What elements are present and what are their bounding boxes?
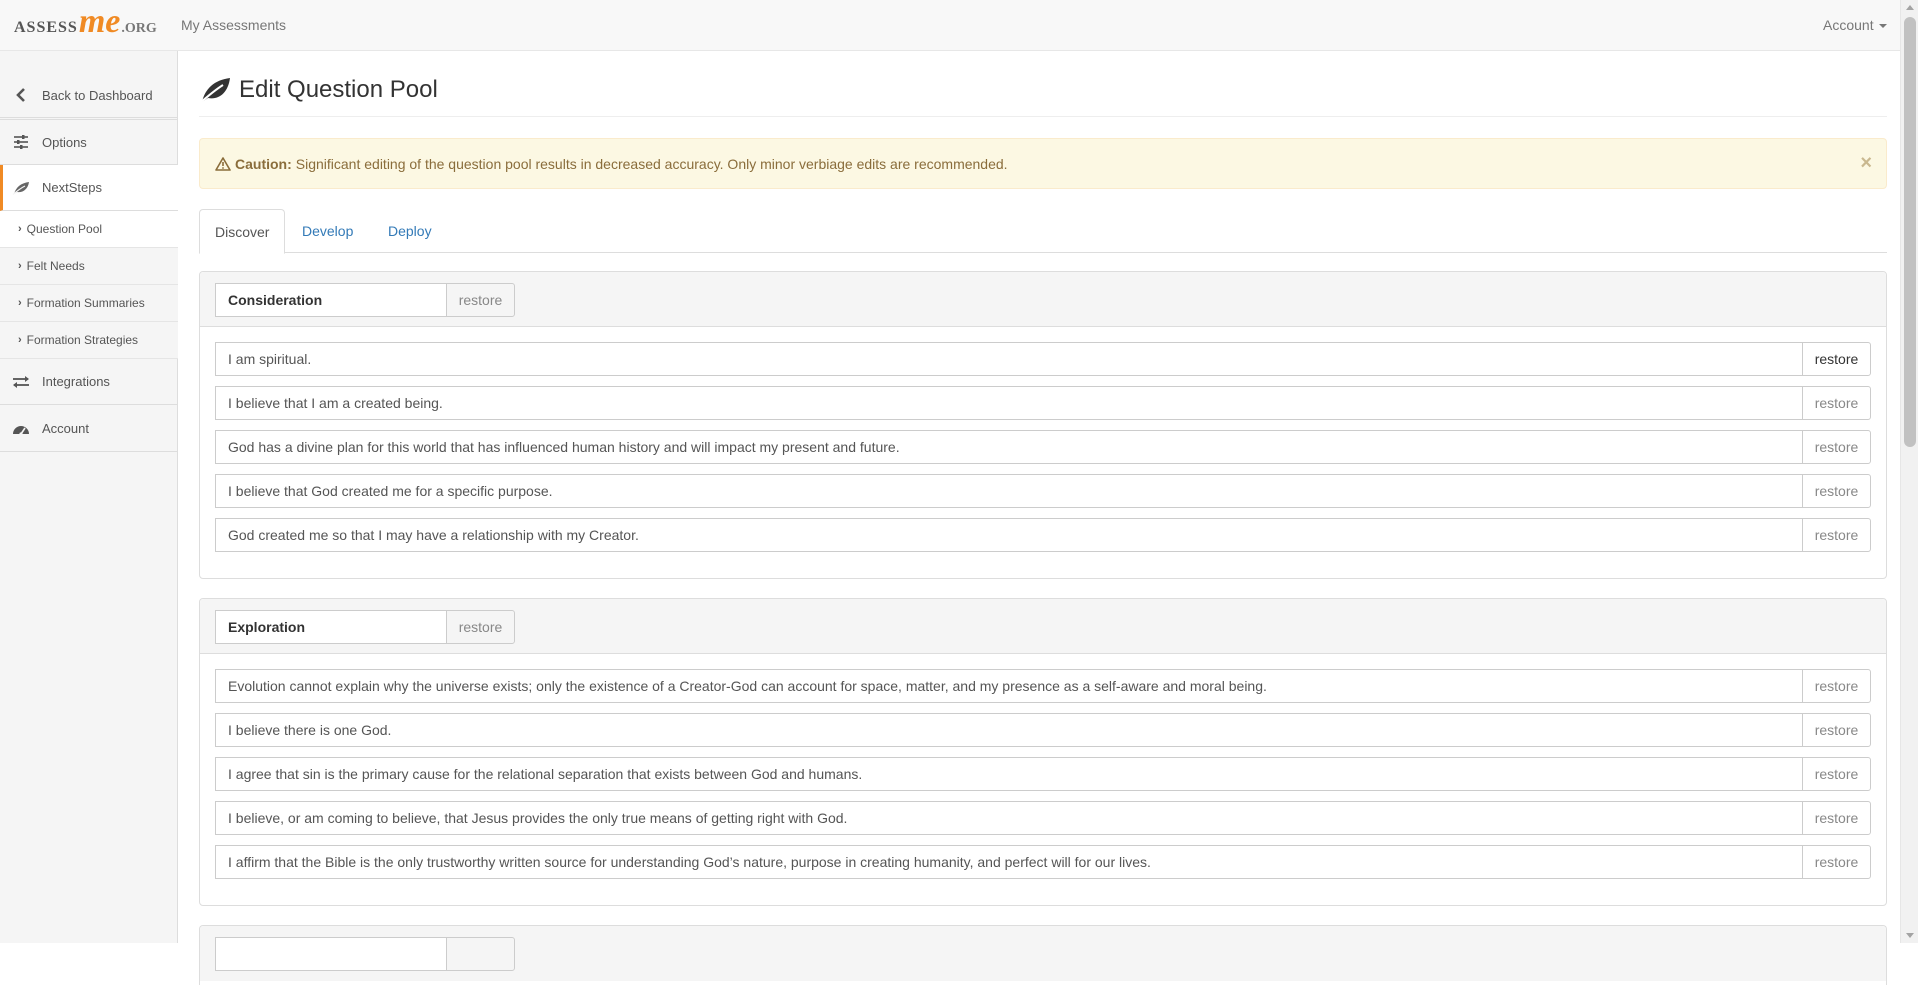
section-header: Exploration restore <box>200 599 1886 654</box>
my-assessments-link[interactable]: My Assessments <box>181 17 286 33</box>
sidebar-item-label: Integrations <box>42 374 110 389</box>
leaf-icon <box>199 78 230 104</box>
account-dropdown-label: Account <box>1823 17 1874 33</box>
question-row: God has a divine plan for this world tha… <box>215 430 1871 464</box>
exchange-icon <box>11 375 31 388</box>
question-restore-button[interactable]: restore <box>1802 474 1871 508</box>
caret-down-icon <box>1878 24 1887 29</box>
question-row: I believe there is one God. restore <box>215 713 1871 747</box>
section-name-input[interactable]: Exploration <box>215 610 447 644</box>
question-restore-button[interactable]: restore <box>1802 801 1871 835</box>
sidebar-item-nextsteps[interactable]: NextSteps <box>0 165 178 211</box>
caution-alert: Caution: Significant editing of the ques… <box>199 138 1887 189</box>
question-restore-button[interactable]: restore <box>1802 669 1871 703</box>
section-restore-button[interactable]: restore <box>446 610 515 644</box>
scroll-down-arrow-icon[interactable] <box>1906 933 1914 938</box>
question-row: God created me so that I may have a rela… <box>215 518 1871 552</box>
sidebar-item-label: Back to Dashboard <box>42 87 153 103</box>
sidebar-item-account[interactable]: Account <box>0 406 178 452</box>
divider <box>199 116 1887 117</box>
chevron-left-icon <box>11 88 31 102</box>
logo-part-org: .ORG <box>121 21 157 36</box>
chevron-right-icon: › <box>18 223 22 235</box>
dashboard-icon <box>11 422 31 436</box>
logo-part-assess: ASSESS <box>14 19 78 36</box>
chevron-right-icon: › <box>18 260 22 272</box>
section-header: Consideration restore <box>200 272 1886 327</box>
question-restore-button[interactable]: restore <box>1802 518 1871 552</box>
chevron-right-icon: › <box>18 297 22 309</box>
section-panel-consideration: Consideration restore I am spiritual. re… <box>199 271 1887 579</box>
question-restore-button[interactable]: restore <box>1802 845 1871 879</box>
sidebar-subitem-question-pool[interactable]: › Question Pool <box>0 211 178 248</box>
tab-deploy[interactable]: Deploy <box>373 209 447 253</box>
question-input[interactable]: God created me so that I may have a rela… <box>215 518 1803 552</box>
scrollbar-thumb[interactable] <box>1904 17 1916 447</box>
sidebar-item-integrations[interactable]: Integrations <box>0 359 178 405</box>
sidebar-item-label: Account <box>42 421 89 436</box>
sidebar-subitem-label: Question Pool <box>26 222 103 236</box>
sidebar-item-label: NextSteps <box>42 180 102 195</box>
account-dropdown[interactable]: Account <box>1823 17 1887 33</box>
leaf-icon <box>11 181 31 195</box>
question-input[interactable]: I believe that God created me for a spec… <box>215 474 1803 508</box>
logo-part-me: me <box>78 3 121 40</box>
section-panel-next <box>199 925 1887 985</box>
question-input[interactable]: I agree that sin is the primary cause fo… <box>215 757 1803 791</box>
sidebar-item-label: Options <box>42 134 87 150</box>
question-restore-button[interactable]: restore <box>1802 713 1871 747</box>
sidebar: Back to Dashboard Options NextSteps › Qu… <box>0 51 178 943</box>
sidebar-subitem-formation-strategies[interactable]: › Formation Strategies <box>0 322 178 359</box>
vertical-scrollbar[interactable] <box>1900 0 1918 943</box>
section-header <box>200 926 1886 981</box>
scroll-up-arrow-icon[interactable] <box>1906 5 1914 10</box>
question-restore-button[interactable]: restore <box>1802 342 1871 376</box>
page-title: Edit Question Pool <box>199 70 438 110</box>
section-name-input[interactable]: Consideration <box>215 283 447 317</box>
sidebar-subitem-felt-needs[interactable]: › Felt Needs <box>0 248 178 285</box>
sidebar-subitem-label: Formation Summaries <box>26 296 145 310</box>
question-input[interactable]: I believe there is one God. <box>215 713 1803 747</box>
alert-text: Significant editing of the question pool… <box>295 155 1008 172</box>
question-row: I agree that sin is the primary cause fo… <box>215 757 1871 791</box>
close-icon[interactable]: × <box>1860 152 1872 175</box>
question-restore-button[interactable]: restore <box>1802 386 1871 420</box>
tab-bar: Discover Develop Deploy <box>199 209 1887 254</box>
question-input[interactable]: God has a divine plan for this world tha… <box>215 430 1803 464</box>
tab-discover[interactable]: Discover <box>199 209 286 254</box>
question-row: I affirm that the Bible is the only trus… <box>215 845 1871 879</box>
section-restore-button[interactable] <box>446 937 515 971</box>
sidebar-item-options[interactable]: Options <box>0 119 178 165</box>
question-restore-button[interactable]: restore <box>1802 757 1871 791</box>
chevron-right-icon: › <box>18 334 22 346</box>
alert-label: Caution: <box>235 155 292 172</box>
top-navbar: ASSESS me .ORG My Assessments Account <box>0 0 1900 51</box>
sidebar-item-back-to-dashboard[interactable]: Back to Dashboard <box>0 72 178 118</box>
logo[interactable]: ASSESS me .ORG <box>14 3 157 42</box>
sidebar-subitem-label: Formation Strategies <box>26 333 139 347</box>
question-row: I believe that God created me for a spec… <box>215 474 1871 508</box>
question-input[interactable]: I am spiritual. <box>215 342 1803 376</box>
section-name-input[interactable] <box>215 937 447 971</box>
question-input[interactable]: I affirm that the Bible is the only trus… <box>215 845 1803 879</box>
question-row: I believe, or am coming to believe, that… <box>215 801 1871 835</box>
section-panel-exploration: Exploration restore Evolution cannot exp… <box>199 598 1887 906</box>
question-input[interactable]: Evolution cannot explain why the univers… <box>215 669 1803 703</box>
sliders-icon <box>11 135 31 149</box>
question-row: I believe that I am a created being. res… <box>215 386 1871 420</box>
question-row: I am spiritual. restore <box>215 342 1871 376</box>
question-input[interactable]: I believe that I am a created being. <box>215 386 1803 420</box>
sidebar-subitem-label: Felt Needs <box>26 259 85 273</box>
page-title-text: Edit Question Pool <box>239 76 438 103</box>
question-row: Evolution cannot explain why the univers… <box>215 669 1871 703</box>
question-input[interactable]: I believe, or am coming to believe, that… <box>215 801 1803 835</box>
tab-develop[interactable]: Develop <box>287 209 368 253</box>
section-restore-button[interactable]: restore <box>446 283 515 317</box>
sidebar-subitem-formation-summaries[interactable]: › Formation Summaries <box>0 285 178 322</box>
warning-icon <box>215 156 231 171</box>
question-restore-button[interactable]: restore <box>1802 430 1871 464</box>
